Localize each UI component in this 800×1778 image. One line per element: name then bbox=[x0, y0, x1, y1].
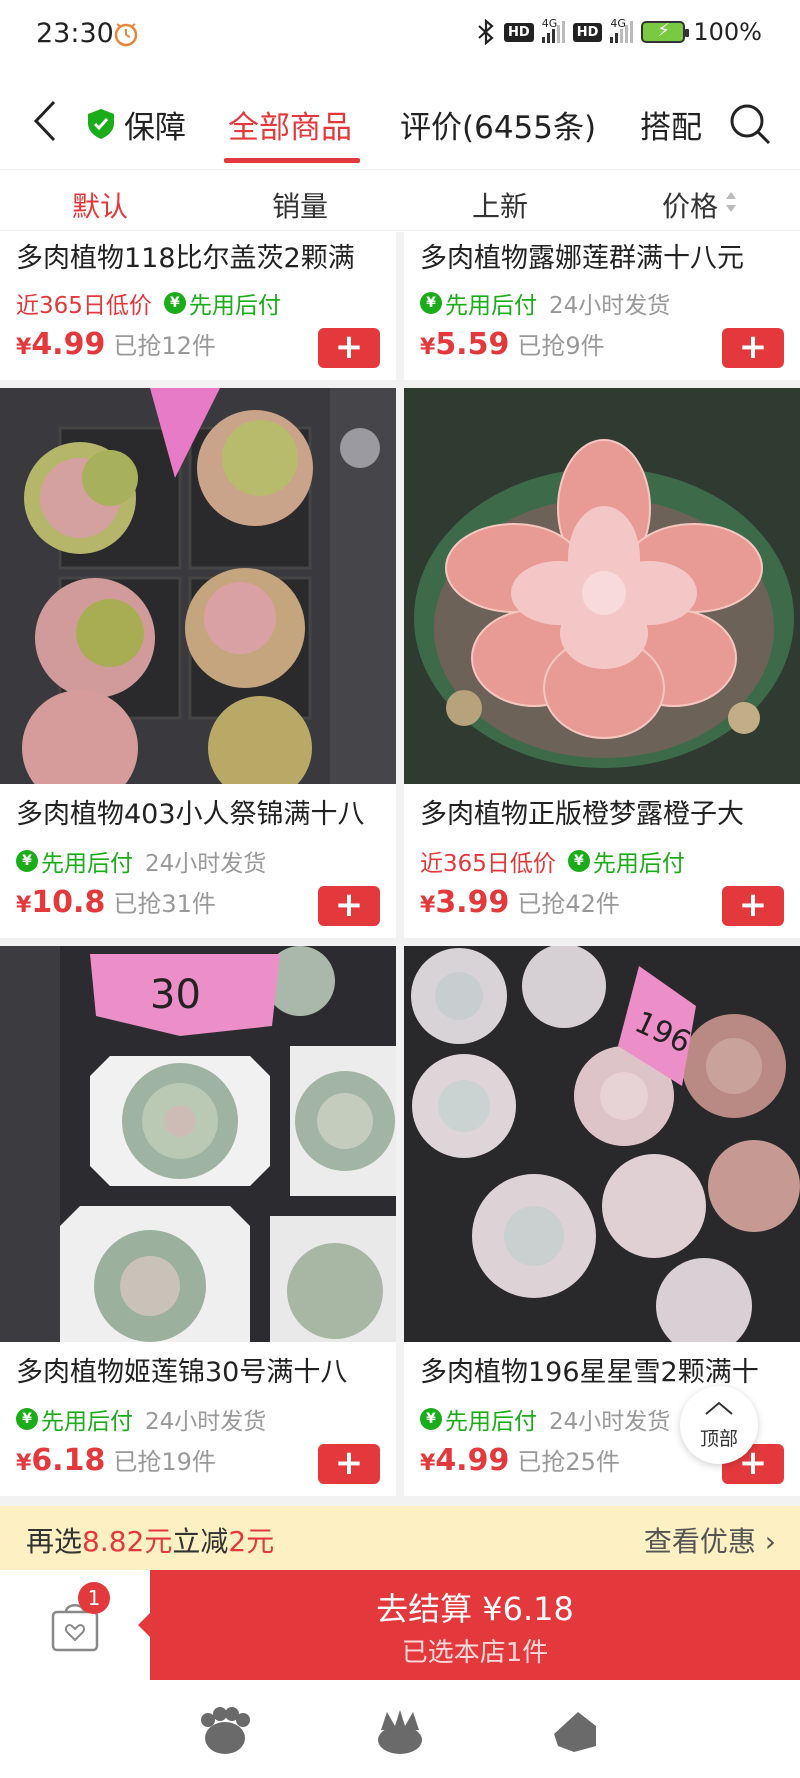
paw-store-icon[interactable] bbox=[198, 1706, 252, 1756]
signal-icon-1: 4G bbox=[541, 17, 565, 43]
search-icon[interactable] bbox=[728, 102, 772, 146]
hd-badge-1: HD bbox=[504, 22, 534, 42]
pay-later-tag: ¥ 先用后付 bbox=[420, 286, 537, 320]
tab-guarantee[interactable]: 保障 bbox=[124, 102, 186, 147]
product-card[interactable]: 30 多肉植物姬莲锦30号满十八 ¥ 先用后付 24小时发货 ¥6.18 已抢19件… bbox=[0, 946, 396, 1496]
sort-price[interactable]: 价格 bbox=[662, 185, 718, 225]
active-tab-indicator bbox=[224, 158, 360, 163]
store-nav-bar: 保障 全部商品 评价(6455条) 搭配 bbox=[0, 74, 800, 170]
tab-all-products[interactable]: 全部商品 bbox=[228, 102, 352, 147]
cart-count-badge: 1 bbox=[78, 1582, 110, 1614]
pay-later-icon: ¥ bbox=[420, 292, 442, 314]
add-to-cart-button[interactable]: + bbox=[318, 1444, 380, 1484]
checkout-button-label: 去结算 ¥6.18 bbox=[376, 1590, 574, 1628]
product-image[interactable] bbox=[404, 388, 800, 784]
pay-later-tag: ¥ 先用后付 bbox=[16, 1402, 133, 1436]
product-image[interactable]: 30 bbox=[0, 946, 396, 1342]
pay-later-tag: ¥ 先用后付 bbox=[567, 844, 685, 878]
product-tags: ¥ 先用后付 24小时发货 bbox=[16, 844, 266, 878]
hd-badge-2: HD bbox=[572, 22, 603, 42]
tab-reviews[interactable]: 评价(6455条) bbox=[400, 102, 596, 147]
add-to-cart-button[interactable]: + bbox=[722, 328, 784, 368]
product-title: 多肉植物正版橙梦露橙子大 bbox=[420, 799, 744, 830]
product-card[interactable]: 多肉植物露娜莲群满十八元 ¥ 先用后付 24小时发货 ¥5.59 已抢9件 + bbox=[404, 232, 800, 380]
product-card[interactable]: 多肉植物118比尔盖茨2颗满 近365日低价 ¥ 先用后付 ¥4.99 已抢12件 … bbox=[0, 232, 396, 380]
promo-bar[interactable]: 再选8.82元立减2元 查看优惠 › bbox=[0, 1506, 800, 1570]
bluetooth-icon bbox=[478, 19, 494, 45]
sold-count: 已抢31件 bbox=[113, 890, 216, 918]
product-card[interactable]: 多肉植物正版橙梦露橙子大 近365日低价 ¥ 先用后付 ¥3.99 已抢42件 + bbox=[404, 388, 800, 938]
product-price: ¥4.99 已抢25件 bbox=[420, 1443, 620, 1478]
sort-sales[interactable]: 销量 bbox=[272, 185, 328, 225]
product-grid: 多肉植物118比尔盖茨2颗满 近365日低价 ¥ 先用后付 ¥4.99 已抢12件 … bbox=[0, 232, 800, 1506]
chevron-up-icon bbox=[705, 1401, 733, 1415]
add-to-cart-button[interactable]: + bbox=[318, 328, 380, 368]
pay-later-tag: ¥ 先用后付 bbox=[16, 844, 133, 878]
product-image[interactable]: 196 bbox=[404, 946, 800, 1342]
shipping-tag: 24小时发货 bbox=[549, 1409, 671, 1435]
product-title: 多肉植物露娜莲群满十八元 bbox=[420, 243, 744, 274]
tab-bundles[interactable]: 搭配 bbox=[640, 102, 702, 147]
product-price: ¥3.99 已抢42件 bbox=[420, 885, 620, 920]
product-tags: 近365日低价 ¥ 先用后付 bbox=[16, 286, 281, 320]
signal-icon-2: 4G bbox=[610, 17, 634, 43]
shipping-tag: 24小时发货 bbox=[549, 293, 671, 319]
category-icon[interactable] bbox=[373, 1706, 427, 1756]
back-arrow-icon[interactable] bbox=[26, 96, 66, 146]
sold-count: 已抢42件 bbox=[517, 890, 620, 918]
product-tags: ¥ 先用后付 24小时发货 bbox=[420, 286, 670, 320]
product-price: ¥10.8 已抢31件 bbox=[16, 885, 216, 920]
sold-count: 已抢19件 bbox=[113, 1448, 216, 1476]
product-title: 多肉植物403小人祭锦满十八 bbox=[16, 799, 365, 830]
sold-count: 已抢25件 bbox=[517, 1448, 620, 1476]
back-to-top-button[interactable]: 顶部 bbox=[680, 1386, 758, 1464]
pay-later-icon: ¥ bbox=[16, 1408, 38, 1430]
sort-default[interactable]: 默认 bbox=[72, 185, 128, 225]
shipping-tag: 24小时发货 bbox=[145, 1409, 267, 1435]
product-tags: ¥ 先用后付 24小时发货 bbox=[420, 1402, 670, 1436]
low-price-tag: 近365日低价 bbox=[16, 293, 152, 319]
status-time: 23:30 bbox=[36, 18, 114, 49]
shipping-tag: 24小时发货 bbox=[145, 851, 267, 877]
product-price: ¥5.59 已抢9件 bbox=[420, 327, 605, 362]
product-price: ¥6.18 已抢19件 bbox=[16, 1443, 216, 1478]
pay-later-tag: ¥ 先用后付 bbox=[163, 286, 281, 320]
sold-count: 已抢9件 bbox=[517, 332, 605, 360]
product-title: 多肉植物118比尔盖茨2颗满 bbox=[16, 243, 355, 274]
battery-icon: ⚡ bbox=[641, 20, 690, 43]
plant-label-30: 30 bbox=[150, 972, 201, 1018]
checkout-bar: 1 去结算 ¥6.18 已选本店1件 bbox=[0, 1570, 800, 1680]
sort-arrows-icon bbox=[726, 192, 736, 212]
bottom-nav bbox=[0, 1680, 800, 1778]
product-tags: ¥ 先用后付 24小时发货 bbox=[16, 1402, 266, 1436]
battery-percent: 100% bbox=[693, 18, 762, 46]
product-tags: 近365日低价 ¥ 先用后付 bbox=[420, 844, 685, 878]
sort-bar: 默认 销量 上新 价格 bbox=[0, 171, 800, 231]
add-to-cart-button[interactable]: + bbox=[318, 886, 380, 926]
product-title: 多肉植物姬莲锦30号满十八 bbox=[16, 1357, 348, 1388]
product-title: 多肉植物196星星雪2颗满十 bbox=[420, 1357, 759, 1388]
product-price: ¥4.99 已抢12件 bbox=[16, 327, 216, 362]
pay-later-icon: ¥ bbox=[420, 1408, 442, 1430]
sold-count: 已抢12件 bbox=[113, 332, 216, 360]
pay-later-icon: ¥ bbox=[16, 850, 38, 872]
pay-later-icon: ¥ bbox=[567, 850, 590, 872]
status-bar: 23:30 HD 4G HD 4G ⚡ 100% bbox=[0, 0, 800, 74]
alarm-icon bbox=[114, 23, 138, 47]
back-to-top-label: 顶部 bbox=[699, 1428, 738, 1450]
pay-later-tag: ¥ 先用后付 bbox=[420, 1402, 537, 1436]
low-price-tag: 近365日低价 bbox=[420, 851, 556, 877]
checkout-button[interactable]: 去结算 ¥6.18 已选本店1件 bbox=[138, 1570, 800, 1680]
product-card[interactable]: 多肉植物403小人祭锦满十八 ¥ 先用后付 24小时发货 ¥10.8 已抢31件 + bbox=[0, 388, 396, 938]
add-to-cart-button[interactable]: + bbox=[722, 886, 784, 926]
pay-later-icon: ¥ bbox=[163, 292, 186, 314]
sort-new[interactable]: 上新 bbox=[472, 185, 528, 225]
service-icon[interactable] bbox=[548, 1706, 602, 1756]
product-image[interactable] bbox=[0, 388, 396, 784]
shield-check-icon bbox=[88, 109, 114, 139]
view-offers-link[interactable]: 查看优惠 › bbox=[644, 1520, 776, 1560]
promo-text: 再选8.82元立减2元 bbox=[26, 1525, 275, 1558]
checkout-selected-count: 已选本店1件 bbox=[401, 1638, 549, 1668]
